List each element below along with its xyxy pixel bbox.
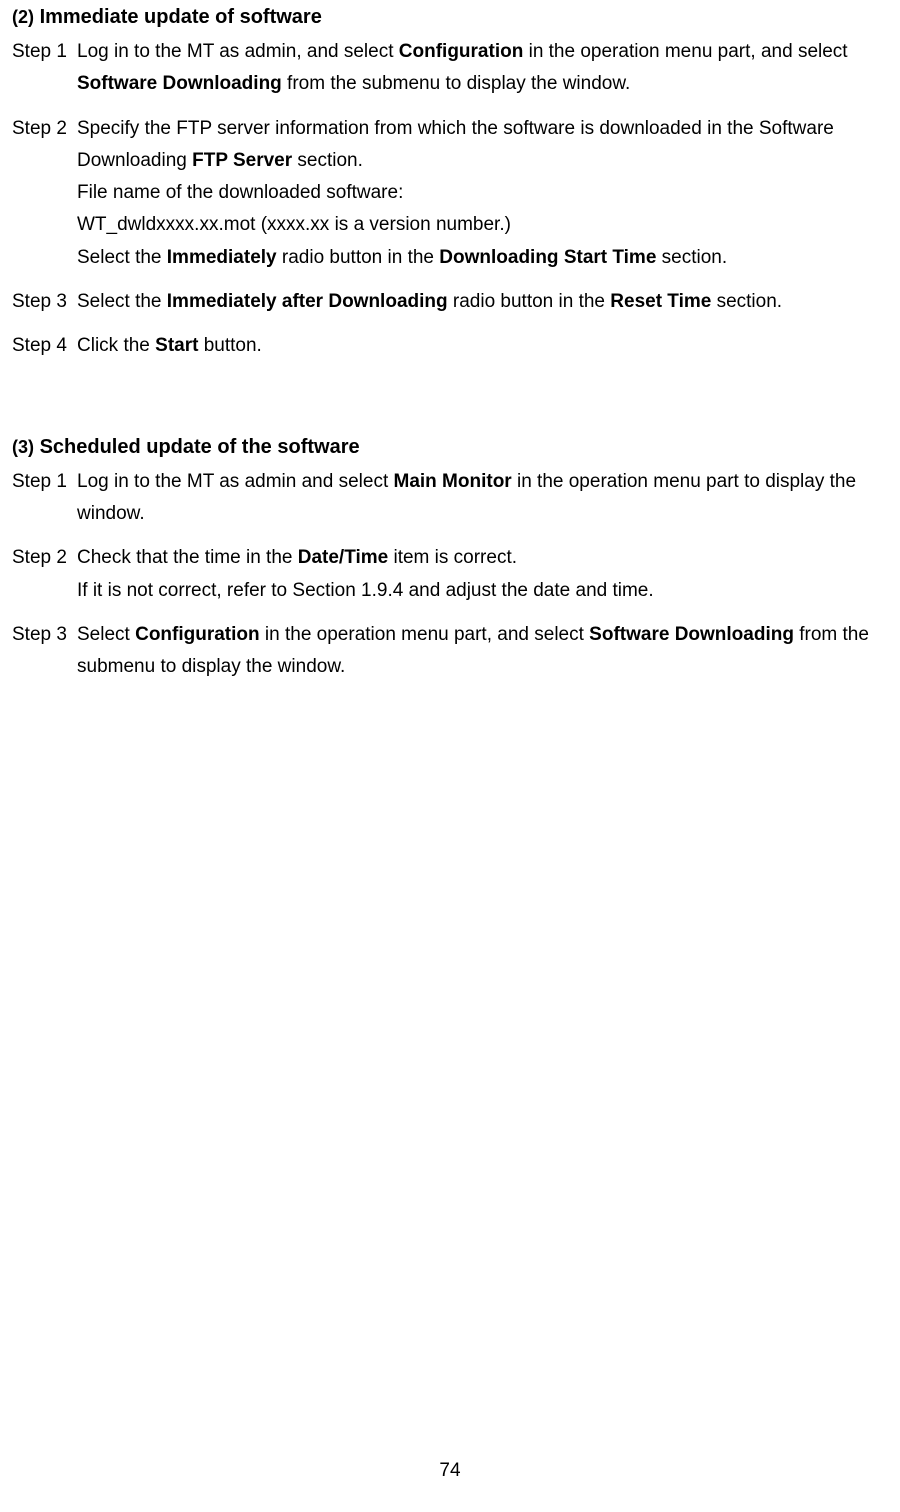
- step-body: Check that the time in the Date/Time ite…: [77, 542, 888, 607]
- step-body: Specify the FTP server information from …: [77, 113, 888, 274]
- section-3-step-2: Step 2 Check that the time in the Date/T…: [12, 542, 888, 607]
- section-3-step-1: Step 1 Log in to the MT as admin and sel…: [12, 466, 888, 531]
- step-text: Select the Immediately after Downloading…: [77, 286, 888, 318]
- section-3-heading: (3) Scheduled update of the software: [12, 430, 888, 464]
- step-text: Select the Immediately radio button in t…: [77, 242, 888, 274]
- step-body: Select the Immediately after Downloading…: [77, 286, 888, 318]
- section-3-number: (3): [12, 437, 34, 457]
- step-label: Step 1: [12, 466, 77, 531]
- step-body: Select Configuration in the operation me…: [77, 619, 888, 684]
- step-text: Log in to the MT as admin, and select Co…: [77, 36, 888, 101]
- step-text-indented: WT_dwldxxxx.xx.mot (xxxx.xx is a version…: [77, 209, 888, 241]
- step-text: Check that the time in the Date/Time ite…: [77, 542, 888, 574]
- step-text: If it is not correct, refer to Section 1…: [77, 575, 888, 607]
- step-label: Step 3: [12, 619, 77, 684]
- step-text: File name of the downloaded software:: [77, 177, 888, 209]
- section-2-step-1: Step 1 Log in to the MT as admin, and se…: [12, 36, 888, 101]
- page-number: 74: [0, 1455, 900, 1487]
- step-label: Step 1: [12, 36, 77, 101]
- section-2-step-2: Step 2 Specify the FTP server informatio…: [12, 113, 888, 274]
- section-2-number: (2): [12, 7, 34, 27]
- step-text: Specify the FTP server information from …: [77, 113, 888, 178]
- section-3-step-3: Step 3 Select Configuration in the opera…: [12, 619, 888, 684]
- step-body: Click the Start button.: [77, 330, 888, 362]
- section-2-heading: (2) Immediate update of software: [12, 0, 888, 34]
- section-2-step-3: Step 3 Select the Immediately after Down…: [12, 286, 888, 318]
- step-body: Log in to the MT as admin, and select Co…: [77, 36, 888, 101]
- step-text: Select Configuration in the operation me…: [77, 619, 888, 684]
- section-2-step-4: Step 4 Click the Start button.: [12, 330, 888, 362]
- section-2-title: Immediate update of software: [40, 6, 322, 28]
- step-label: Step 4: [12, 330, 77, 362]
- step-label: Step 3: [12, 286, 77, 318]
- step-label: Step 2: [12, 113, 77, 274]
- section-3-title: Scheduled update of the software: [40, 436, 360, 458]
- step-body: Log in to the MT as admin and select Mai…: [77, 466, 888, 531]
- step-text: Log in to the MT as admin and select Mai…: [77, 466, 888, 531]
- step-text: Click the Start button.: [77, 330, 888, 362]
- step-label: Step 2: [12, 542, 77, 607]
